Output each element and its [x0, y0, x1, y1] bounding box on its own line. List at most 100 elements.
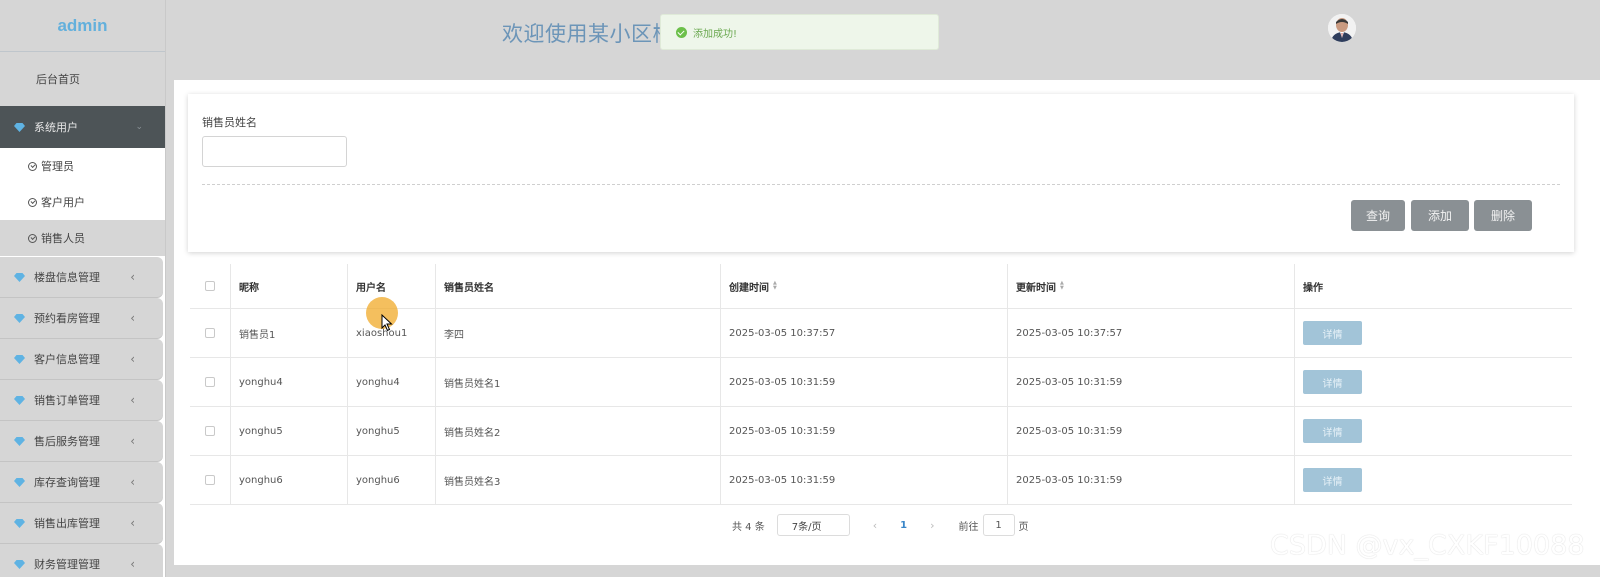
- column-header: 操作: [1303, 282, 1323, 294]
- cell-updated-time: 2025-03-05 10:37:57: [1008, 309, 1295, 357]
- page-title: 欢迎使用某小区楼: [502, 22, 674, 46]
- check-circle-icon: [28, 197, 37, 207]
- detail-button[interactable]: 详情: [1303, 370, 1362, 394]
- sidebar-group-label: 系统用户: [34, 121, 78, 134]
- chevron-down-icon: ⌄: [135, 122, 143, 132]
- cell-nickname: yonghu6: [231, 456, 348, 504]
- mouse-cursor-icon: [381, 314, 393, 332]
- sidebar-group-label: 客户信息管理: [34, 353, 100, 366]
- search-label: 销售员姓名: [202, 116, 257, 129]
- diamond-icon: [14, 123, 25, 132]
- sidebar-group-label: 预约看房管理: [34, 312, 100, 325]
- cell-salesperson-name: 销售员姓名3: [436, 456, 721, 504]
- goto-label: 前往: [958, 521, 979, 533]
- sidebar-group-label: 销售订单管理: [34, 394, 100, 407]
- cell-updated-time: 2025-03-05 10:31:59: [1008, 456, 1295, 504]
- row-checkbox[interactable]: [205, 475, 215, 485]
- chevron-left-icon: ‹: [130, 434, 135, 448]
- diamond-icon: [14, 478, 25, 487]
- cell-salesperson-name: 销售员姓名2: [436, 407, 721, 455]
- sidebar-group-sales-orders[interactable]: 销售订单管理 ‹: [0, 380, 163, 420]
- sidebar-group-inventory[interactable]: 库存查询管理 ‹: [0, 462, 163, 502]
- table-row: yonghu5 yonghu5 销售员姓名2 2025-03-05 10:31:…: [190, 407, 1572, 456]
- detail-button[interactable]: 详情: [1303, 419, 1362, 443]
- goto-page-input[interactable]: 1: [982, 514, 1015, 536]
- cell-actions: 详情: [1295, 358, 1572, 406]
- select-all-checkbox[interactable]: [205, 281, 215, 291]
- page-number-current[interactable]: 1: [900, 520, 907, 531]
- salesperson-name-input[interactable]: [202, 136, 347, 167]
- total-count: 共 4 条: [732, 521, 765, 533]
- data-table: 昵称 用户名 销售员姓名 创建时间 ▲ ▼ 更新时间 ▲ ▼ 操作 销售员1 xiaos…: [190, 264, 1572, 505]
- table-row: yonghu4 yonghu4 销售员姓名1 2025-03-05 10:31:…: [190, 358, 1572, 407]
- sidebar-item-home[interactable]: 后台首页: [0, 52, 165, 106]
- row-select-cell: [190, 309, 231, 357]
- avatar[interactable]: [1328, 14, 1356, 42]
- column-header-label: 创建时间: [729, 282, 769, 294]
- column-header-created[interactable]: 创建时间 ▲ ▼: [721, 264, 1008, 308]
- cell-actions: 详情: [1295, 309, 1572, 357]
- cell-updated-time: 2025-03-05 10:31:59: [1008, 358, 1295, 406]
- diamond-icon: [14, 519, 25, 528]
- row-select-cell: [190, 456, 231, 504]
- column-header-label: 更新时间: [1016, 282, 1056, 294]
- cell-created-time: 2025-03-05 10:31:59: [721, 456, 1008, 504]
- chevron-left-icon: ‹: [130, 352, 135, 366]
- sidebar-group-label: 财务管理管理: [34, 558, 100, 571]
- sidebar-group-label: 售后服务管理: [34, 435, 100, 448]
- sidebar-group-after-sales[interactable]: 售后服务管理 ‹: [0, 421, 163, 461]
- detail-button[interactable]: 详情: [1303, 468, 1362, 492]
- sidebar-group-label: 库存查询管理: [34, 476, 100, 489]
- select-all-cell: [190, 264, 231, 308]
- cell-created-time: 2025-03-05 10:37:57: [721, 309, 1008, 357]
- sidebar-group-sales-outbound[interactable]: 销售出库管理 ‹: [0, 503, 163, 543]
- prev-page-icon[interactable]: ‹: [873, 519, 877, 532]
- toast-message: 添加成功!: [693, 28, 738, 40]
- divider: [202, 184, 1560, 185]
- cell-username: yonghu4: [348, 358, 436, 406]
- row-select-cell: [190, 358, 231, 406]
- sidebar-group-system-users[interactable]: 系统用户 ⌄: [0, 106, 165, 148]
- sidebar: admin 后台首页 系统用户 ⌄ 管理员 客户用户 销售人员 楼盘信息管理 ‹…: [0, 0, 166, 577]
- diamond-icon: [14, 437, 25, 446]
- sidebar-group-finance[interactable]: 财务管理管理 ‹: [0, 544, 163, 577]
- chevron-left-icon: ‹: [130, 393, 135, 407]
- sidebar-group-label: 楼盘信息管理: [34, 271, 100, 284]
- sidebar-group-label: 销售出库管理: [34, 517, 100, 530]
- cell-updated-time: 2025-03-05 10:31:59: [1008, 407, 1295, 455]
- row-checkbox[interactable]: [205, 426, 215, 436]
- cell-nickname: yonghu5: [231, 407, 348, 455]
- sidebar-group-viewing-appointments[interactable]: 预约看房管理 ‹: [0, 298, 163, 338]
- detail-button[interactable]: 详情: [1303, 321, 1362, 345]
- sidebar-item-label: 客户用户: [41, 196, 85, 209]
- cell-nickname: yonghu4: [231, 358, 348, 406]
- row-checkbox[interactable]: [205, 377, 215, 387]
- chevron-left-icon: ‹: [130, 311, 135, 325]
- column-header: 销售员姓名: [436, 264, 721, 308]
- sidebar-group-customer-info[interactable]: 客户信息管理 ‹: [0, 339, 163, 379]
- sidebar-item-label: 管理员: [41, 160, 74, 173]
- chevron-left-icon: ‹: [130, 270, 135, 284]
- sidebar-group-property-info[interactable]: 楼盘信息管理 ‹: [0, 257, 163, 297]
- column-header: 昵称: [231, 264, 348, 308]
- sidebar-item-customer-users[interactable]: 客户用户: [0, 184, 165, 220]
- cell-nickname: 销售员1: [231, 309, 348, 357]
- diamond-icon: [14, 396, 25, 405]
- delete-button[interactable]: 删除: [1474, 200, 1532, 231]
- add-button[interactable]: 添加: [1411, 200, 1469, 231]
- watermark-text: CSDN @vx_CXKF10088: [1270, 530, 1585, 561]
- next-page-icon[interactable]: ›: [930, 519, 934, 532]
- table-row: yonghu6 yonghu6 销售员姓名3 2025-03-05 10:31:…: [190, 456, 1572, 505]
- row-checkbox[interactable]: [205, 328, 215, 338]
- query-button[interactable]: 查询: [1351, 200, 1405, 231]
- check-circle-icon: [28, 233, 37, 243]
- sort-icon[interactable]: ▲ ▼: [773, 281, 777, 291]
- cell-salesperson-name: 李四: [436, 309, 721, 357]
- pagination: 共 4 条 7条/页 ‹ 1 › 前往 1 页: [732, 514, 1029, 536]
- page-size-select[interactable]: 7条/页: [776, 514, 850, 536]
- column-header-updated[interactable]: 更新时间 ▲ ▼: [1008, 264, 1295, 308]
- sidebar-item-salespeople[interactable]: 销售人员: [0, 220, 165, 256]
- sort-icon[interactable]: ▲ ▼: [1060, 281, 1064, 291]
- diamond-icon: [14, 355, 25, 364]
- sidebar-item-admin[interactable]: 管理员: [0, 148, 165, 184]
